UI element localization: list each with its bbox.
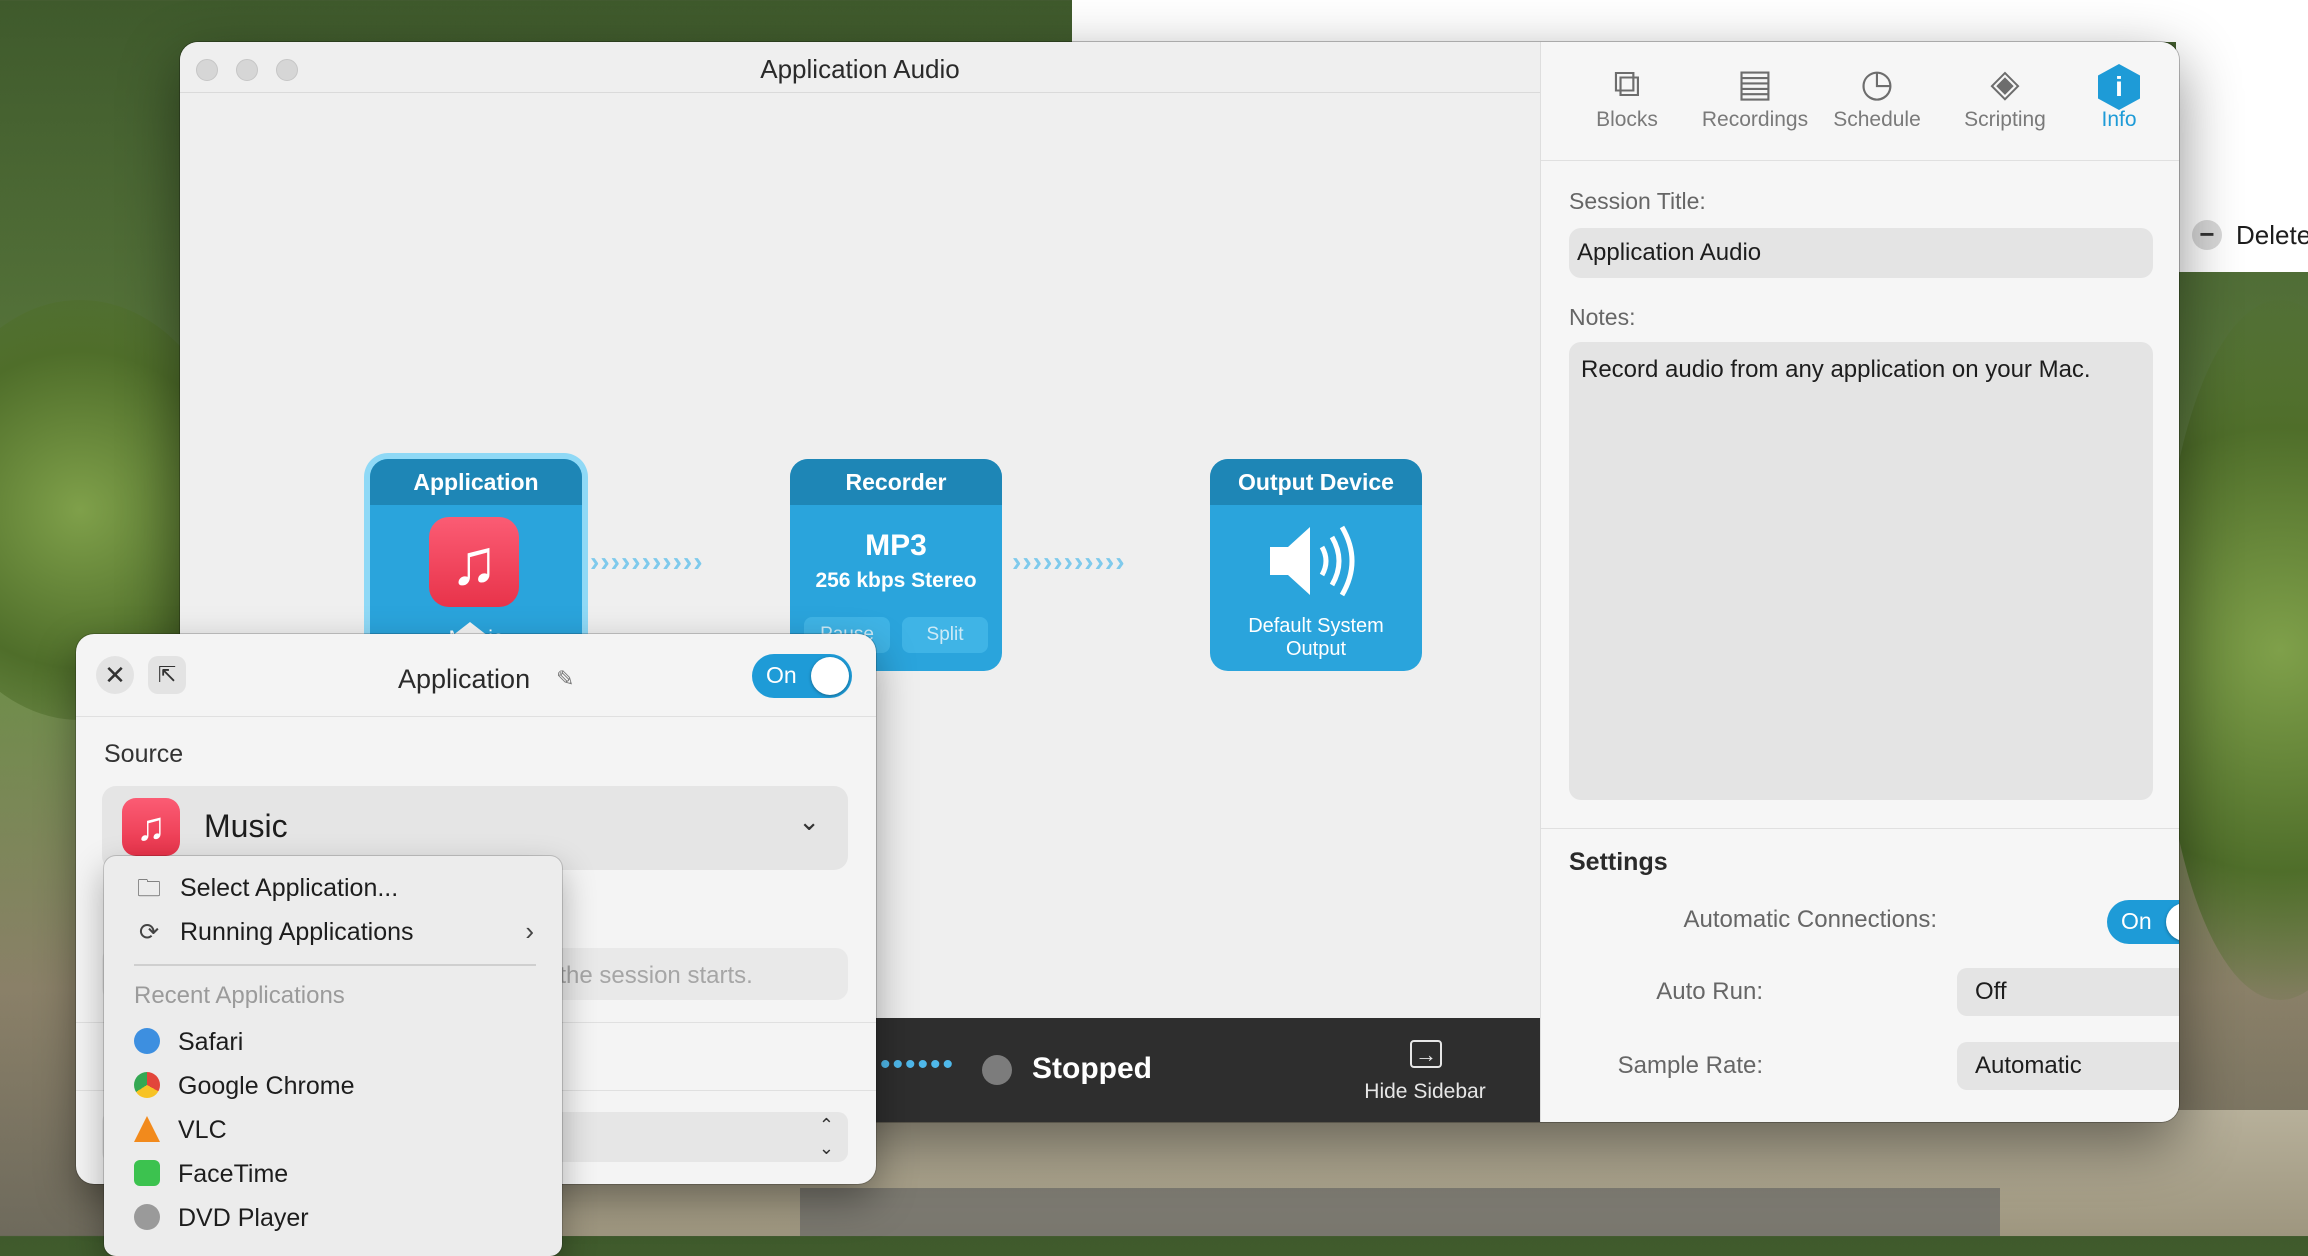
delete-button-peek[interactable]: − Delete [2182,200,2308,272]
tab-blocks[interactable]: ⧉ Blocks [1567,60,1687,132]
sample-rate-label: Sample Rate: [1617,1052,1763,1079]
menu-item-label: VLC [178,1116,227,1144]
blocks-icon: ⧉ [1613,63,1641,105]
hide-sidebar-button[interactable]: Hide Sidebar [1350,1080,1500,1104]
updown-chevron-icon: ⌃ ⌄ [818,1115,834,1158]
block-header: Recorder [790,459,1002,505]
connector-arrows: ››››››››››› [1012,546,1126,577]
menu-separator [134,964,536,966]
menu-item-dvd-player[interactable]: DVD Player [134,1198,309,1238]
info-icon: i [2098,64,2140,110]
auto-run-label: Auto Run: [1656,978,1763,1005]
desktop-shadow [800,1188,2000,1236]
notes-label: Notes: [1569,304,1636,330]
block-enabled-toggle[interactable]: On [752,654,852,698]
menu-item-label: FaceTime [178,1160,289,1188]
recorder-bitrate: 256 kbps Stereo [815,569,977,592]
session-title-field[interactable]: Application Audio [1569,228,2153,278]
speaker-icon [1270,525,1355,597]
output-device-block[interactable]: Output Device Default System Output [1210,459,1422,671]
toggle-knob [2166,903,2179,941]
menu-item-safari[interactable]: Safari [134,1022,243,1062]
dvd-player-icon [134,1204,160,1230]
minus-icon: − [2192,220,2222,250]
sample-rate-select[interactable]: Automatic ⌃⌄ [1957,1042,2179,1090]
vlc-icon [134,1116,160,1142]
menu-item-facetime[interactable]: FaceTime [134,1154,288,1194]
settings-heading: Settings [1569,848,1668,876]
tab-info[interactable]: i Info [2059,60,2179,132]
menu-item-label: Google Chrome [178,1072,355,1100]
source-label: Source [104,740,184,768]
desktop-foliage [2160,300,2308,1000]
chevron-down-icon: ⌄ [798,806,820,836]
sample-rate-value: Automatic [1975,1052,2082,1079]
progress-dots: •••••• [880,1048,956,1081]
facetime-icon [134,1160,160,1186]
chevron-right-icon: › [525,916,534,946]
menu-item-label: Running Applications [180,918,414,946]
tab-schedule[interactable]: ◷ Schedule [1817,60,1937,132]
toggle-knob [811,657,849,695]
close-icon: ✕ [104,660,126,690]
source-value: Music [204,808,288,844]
menu-item-label: Safari [178,1028,244,1056]
hide-sidebar-icon[interactable]: → [1410,1040,1442,1068]
toolbar-divider [1541,160,2179,161]
block-caption: Default System Output [1248,615,1384,660]
connector-arrows: ››››››››››› [590,546,704,577]
popover-title: Application [398,664,531,694]
clock-icon: ◷ [1860,63,1894,105]
recent-applications-header: Recent Applications [134,982,345,1009]
toggle-on-label: On [2121,908,2152,934]
tab-label: Scripting [1964,108,2046,131]
tab-recordings[interactable]: ▤ Recordings [1695,60,1815,132]
block-header: Output Device [1210,459,1422,505]
tab-label: Schedule [1833,108,1921,131]
menu-item-label: Select Application... [180,874,399,902]
delete-label: Delete [2236,220,2308,250]
recordings-icon: ▤ [1737,63,1773,105]
tab-scripting[interactable]: ◈ Scripting [1945,60,2065,132]
automatic-connections-toggle[interactable]: On [2107,900,2179,944]
window-title: Application Audio [760,54,960,84]
close-popover-button[interactable]: ✕ [96,656,134,694]
menu-item-running-applications[interactable]: ⟳ Running Applications [134,912,534,952]
toggle-on-label: On [766,662,797,688]
source-dropdown-menu: 🗀 Select Application... ⟳ Running Applicat… [104,856,562,1256]
split-button[interactable]: Split [902,617,988,653]
info-icon-wrap: i [2059,60,2179,110]
auto-run-value: Off [1975,978,2007,1005]
auto-run-select[interactable]: Off ⌃⌄ [1957,968,2179,1016]
settings-divider [1541,828,2179,829]
popover-divider [76,716,876,717]
music-app-icon: ♫ [122,798,180,856]
block-header: Application [370,459,582,505]
recorder-format: MP3 [865,529,927,562]
notes-field[interactable]: Record audio from any application on you… [1569,342,2153,800]
tab-label: Recordings [1701,108,1809,131]
session-title-label: Session Title: [1569,188,1706,214]
safari-icon [134,1028,160,1054]
detach-icon: ⇱ [157,662,177,687]
scripting-icon: ◈ [1990,63,2020,105]
stopped-indicator-icon [982,1055,1012,1085]
tab-label: Info [2101,108,2137,131]
menu-item-label: DVD Player [178,1204,309,1232]
desktop-background-white [1072,0,2308,42]
detach-popover-button[interactable]: ⇱ [148,656,186,694]
automatic-connections-label: Automatic Connections: [1683,906,1937,933]
sidebar: ⧉ Blocks ▤ Recordings ◷ Schedule ◈ Scrip… [1540,42,2179,1122]
menu-item-vlc[interactable]: VLC [134,1110,227,1150]
menu-item-google-chrome[interactable]: Google Chrome [134,1066,354,1106]
pencil-icon[interactable]: ✎ [556,666,574,692]
chrome-icon [134,1072,160,1098]
tab-label: Blocks [1596,108,1658,131]
folder-icon: 🗀 [137,875,161,902]
session-status: Stopped [1032,1052,1152,1085]
music-note-icon: ♫ [429,517,519,607]
menu-item-select-application[interactable]: 🗀 Select Application... [134,868,398,908]
refresh-icon: ⟳ [138,919,160,946]
title-bar: Application Audio [180,42,1540,93]
